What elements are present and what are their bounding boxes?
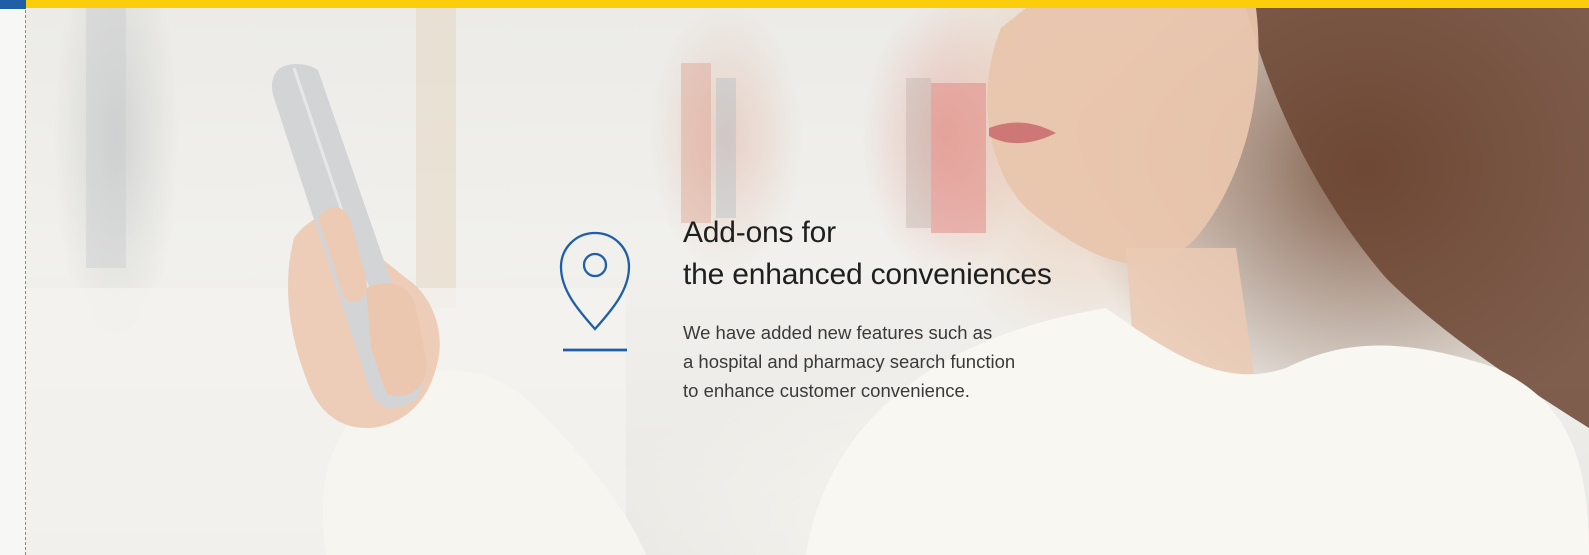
top-accent-bar: [26, 0, 1589, 8]
feature-text-block: Add-ons for the enhanced conveniences We…: [683, 212, 1203, 405]
hero-banner: Add-ons for the enhanced conveniences We…: [26, 8, 1589, 555]
bg-book-red-2: [931, 83, 986, 233]
map-pin-icon: [559, 231, 631, 352]
bg-book-red: [681, 63, 711, 223]
feature-description: We have added new features such as a hos…: [683, 318, 1203, 405]
left-rail: [0, 0, 26, 555]
feature-title-line-1: Add-ons for: [683, 216, 836, 249]
bg-book-blue: [716, 78, 736, 218]
feature-desc-line-3: to enhance customer convenience.: [683, 380, 970, 401]
rail-tab-indicator: [0, 0, 26, 9]
feature-desc-line-1: We have added new features such as: [683, 322, 993, 343]
bg-pillar: [416, 8, 456, 308]
feature-desc-line-2: a hospital and pharmacy search function: [683, 351, 1016, 372]
bg-window-frame: [86, 8, 126, 268]
bg-book-dark: [906, 78, 931, 228]
feature-title: Add-ons for the enhanced conveniences: [683, 212, 1203, 296]
feature-title-line-2: the enhanced conveniences: [683, 258, 1052, 291]
